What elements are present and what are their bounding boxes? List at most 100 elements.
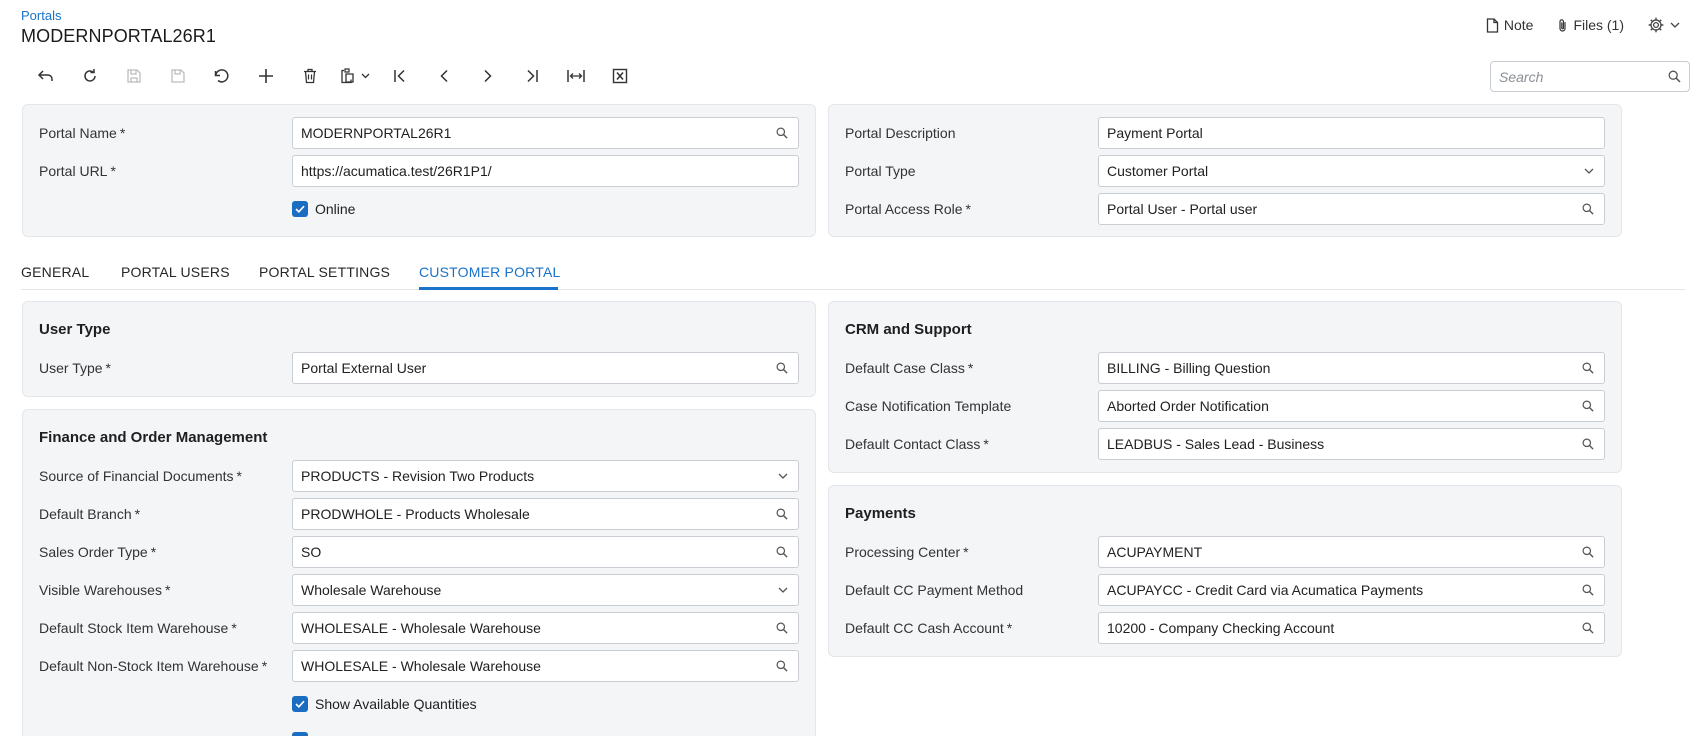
previous-record-button[interactable] — [422, 62, 466, 90]
refresh-button[interactable] — [68, 62, 112, 90]
previous-icon — [440, 69, 448, 83]
note-button[interactable]: Note — [1486, 14, 1533, 36]
active-tab-indicator — [419, 287, 558, 290]
settings-button[interactable] — [1648, 17, 1680, 33]
user-type-value: Portal External User — [301, 360, 427, 376]
tab-portal-users[interactable]: PORTAL USERS — [121, 264, 230, 280]
default-nonstock-wh-field[interactable]: WHOLESALE - Wholesale Warehouse — [292, 650, 799, 682]
save-button[interactable] — [156, 62, 200, 90]
export-excel-icon — [612, 68, 628, 84]
portal-type-select[interactable]: Customer Portal — [1098, 155, 1605, 187]
default-nonstock-wh-value: WHOLESALE - Wholesale Warehouse — [301, 658, 541, 674]
chevron-down-icon[interactable] — [778, 473, 788, 479]
paste-button[interactable] — [332, 62, 378, 90]
portal-url-label: Portal URL * — [39, 163, 116, 179]
crm-section-title: CRM and Support — [845, 321, 972, 338]
portal-access-role-label: Portal Access Role * — [845, 201, 971, 217]
search-icon[interactable] — [1582, 546, 1594, 558]
processing-center-field[interactable]: ACUPAYMENT — [1098, 536, 1605, 568]
search-icon[interactable] — [776, 508, 788, 520]
online-label: Online — [315, 201, 356, 217]
default-contact-class-field[interactable]: LEADBUS - Sales Lead - Business — [1098, 428, 1605, 460]
save-close-icon — [127, 69, 141, 83]
portal-url-field[interactable]: https://acumatica.test/26R1P1/ — [292, 155, 799, 187]
visible-warehouses-value: Wholesale Warehouse — [301, 582, 442, 598]
default-nonstock-wh-label: Default Non-Stock Item Warehouse * — [39, 658, 268, 674]
checkbox-checked-icon[interactable] — [292, 696, 308, 712]
default-case-class-label: Default Case Class * — [845, 360, 974, 376]
partial-checkbox[interactable] — [292, 732, 315, 736]
portal-name-field[interactable]: MODERNPORTAL26R1 — [292, 117, 799, 149]
portal-name-value: MODERNPORTAL26R1 — [301, 125, 452, 141]
search-icon[interactable] — [776, 546, 788, 558]
next-record-button[interactable] — [466, 62, 510, 90]
search-icon[interactable] — [776, 660, 788, 672]
fit-width-icon — [567, 70, 585, 82]
payments-section-title: Payments — [845, 505, 916, 522]
default-cc-cash-account-label: Default CC Cash Account * — [845, 620, 1013, 636]
default-cc-method-field[interactable]: ACUPAYCC - Credit Card via Acumatica Pay… — [1098, 574, 1605, 606]
default-branch-field[interactable]: PRODWHOLE - Products Wholesale — [292, 498, 799, 530]
search-box[interactable] — [1490, 61, 1690, 92]
user-type-label: User Type * — [39, 360, 111, 376]
export-excel-button[interactable] — [598, 62, 642, 90]
add-button[interactable] — [244, 62, 288, 90]
default-contact-class-value: LEADBUS - Sales Lead - Business — [1107, 436, 1325, 452]
undo-button[interactable] — [200, 62, 244, 90]
next-icon — [484, 69, 492, 83]
chevron-down-icon[interactable] — [1584, 168, 1594, 174]
search-icon[interactable] — [1582, 622, 1594, 634]
show-available-qty-label: Show Available Quantities — [315, 696, 477, 712]
note-icon — [1486, 17, 1499, 33]
source-fin-docs-value: PRODUCTS - Revision Two Products — [301, 468, 535, 484]
checkbox-checked-icon[interactable] — [292, 201, 308, 217]
search-icon[interactable] — [1582, 400, 1594, 412]
portal-type-label: Portal Type — [845, 163, 916, 179]
search-icon[interactable] — [1582, 362, 1594, 374]
finance-panel — [22, 409, 816, 736]
tab-general[interactable]: GENERAL — [21, 264, 89, 280]
files-button[interactable]: Files (1) — [1557, 14, 1624, 36]
paperclip-icon — [1559, 18, 1567, 32]
chevron-down-icon[interactable] — [778, 587, 788, 593]
search-icon[interactable] — [1582, 438, 1594, 450]
delete-button[interactable] — [288, 62, 332, 90]
default-case-class-field[interactable]: BILLING - Billing Question — [1098, 352, 1605, 384]
search-icon[interactable] — [776, 127, 788, 139]
default-cc-cash-account-field[interactable]: 10200 - Company Checking Account — [1098, 612, 1605, 644]
user-type-field[interactable]: Portal External User — [292, 352, 799, 384]
save-close-button[interactable] — [112, 62, 156, 90]
visible-warehouses-select[interactable]: Wholesale Warehouse — [292, 574, 799, 606]
paste-icon — [341, 68, 354, 84]
case-notification-template-label: Case Notification Template — [845, 398, 1012, 414]
fit-width-button[interactable] — [554, 62, 598, 90]
default-cc-method-value: ACUPAYCC - Credit Card via Acumatica Pay… — [1107, 582, 1424, 598]
default-stock-wh-field[interactable]: WHOLESALE - Wholesale Warehouse — [292, 612, 799, 644]
show-available-qty-checkbox[interactable]: Show Available Quantities — [292, 696, 477, 712]
search-icon[interactable] — [1668, 70, 1681, 86]
case-notification-template-value: Aborted Order Notification — [1107, 398, 1269, 414]
first-record-button[interactable] — [378, 62, 422, 90]
search-icon[interactable] — [1582, 584, 1594, 596]
default-cc-method-label: Default CC Payment Method — [845, 582, 1024, 598]
portal-access-role-field[interactable]: Portal User - Portal user — [1098, 193, 1605, 225]
last-record-button[interactable] — [510, 62, 554, 90]
sales-order-type-value: SO — [301, 544, 322, 560]
source-fin-docs-select[interactable]: PRODUCTS - Revision Two Products — [292, 460, 799, 492]
portal-description-field[interactable]: Payment Portal — [1098, 117, 1605, 149]
search-icon[interactable] — [776, 622, 788, 634]
search-icon[interactable] — [1582, 203, 1594, 215]
checkbox-checked-icon[interactable] — [292, 732, 308, 736]
back-button[interactable] — [24, 62, 68, 90]
toolbar — [24, 62, 642, 90]
case-notification-template-field[interactable]: Aborted Order Notification — [1098, 390, 1605, 422]
online-checkbox[interactable]: Online — [292, 201, 355, 217]
tab-customer-portal[interactable]: CUSTOMER PORTAL — [419, 264, 560, 280]
breadcrumb[interactable]: Portals — [21, 8, 61, 23]
tab-portal-settings[interactable]: PORTAL SETTINGS — [259, 264, 390, 280]
search-icon[interactable] — [776, 362, 788, 374]
search-input[interactable] — [1499, 68, 1659, 85]
processing-center-value: ACUPAYMENT — [1107, 544, 1203, 560]
sales-order-type-field[interactable]: SO — [292, 536, 799, 568]
source-fin-docs-label: Source of Financial Documents * — [39, 468, 242, 484]
